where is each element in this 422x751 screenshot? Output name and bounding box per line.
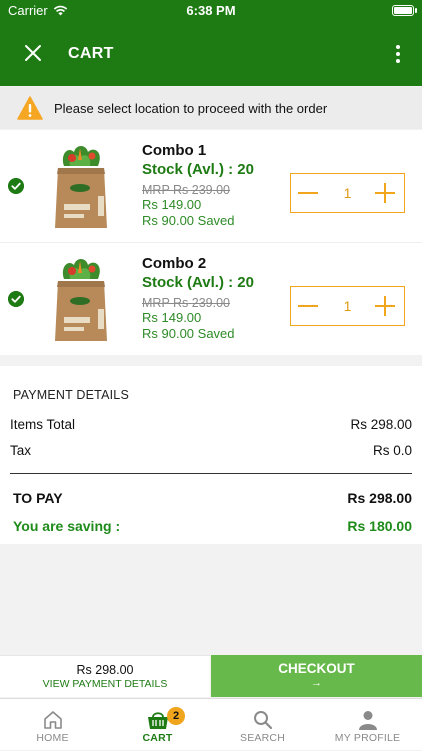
close-icon[interactable] [22, 42, 44, 64]
increase-quantity-button[interactable] [374, 182, 396, 204]
product-name[interactable]: Combo 1 [142, 142, 206, 159]
payment-divider [10, 473, 412, 474]
product-image[interactable] [50, 257, 112, 343]
decrease-quantity-button[interactable] [297, 182, 319, 204]
mrp-price: MRP Rs 239.00 [142, 183, 231, 197]
warning-icon [17, 96, 43, 120]
to-pay-label: TO PAY [13, 490, 63, 506]
status-bar: Carrier 6:38 PM [0, 0, 422, 22]
quantity-value: 1 [343, 185, 352, 201]
tab-home[interactable]: HOME [0, 699, 105, 751]
saved-amount: Rs 90.00 Saved [142, 213, 235, 228]
basket-icon [147, 712, 168, 729]
tab-search[interactable]: SEARCH [210, 699, 315, 751]
tab-search-label: SEARCH [240, 732, 285, 744]
payment-heading: PAYMENT DETAILS [13, 388, 129, 402]
items-total-label: Items Total [10, 417, 76, 432]
battery-icon [392, 5, 414, 16]
app-bar: CART [0, 22, 422, 86]
person-icon [358, 711, 377, 730]
location-alert[interactable]: Please select location to proceed with t… [0, 87, 422, 129]
alert-message: Please select location to proceed with t… [54, 101, 328, 116]
saving-value: Rs 180.00 [347, 518, 412, 534]
search-icon [253, 711, 272, 730]
check-circle-icon[interactable] [8, 178, 24, 194]
view-payment-details-link[interactable]: VIEW PAYMENT DETAILS [0, 678, 210, 690]
payment-summary: Rs 298.00 VIEW PAYMENT DETAILS [0, 655, 210, 697]
product-image[interactable] [50, 144, 112, 230]
selling-price: Rs 149.00 [142, 197, 202, 212]
tab-cart-label: CART [142, 732, 173, 744]
stock-label: Stock (Avl.) : 20 [142, 274, 254, 291]
check-circle-icon[interactable] [8, 291, 24, 307]
items-total-value: Rs 298.00 [350, 417, 412, 432]
tab-cart[interactable]: 2 CART [105, 699, 210, 751]
tab-home-label: HOME [36, 732, 69, 744]
increase-quantity-button[interactable] [374, 295, 396, 317]
mrp-price: MRP Rs 239.00 [142, 296, 231, 310]
cart-item: Combo 2 Stock (Avl.) : 20 MRP Rs 239.00 … [0, 243, 422, 355]
quantity-stepper: 1 [290, 286, 405, 326]
saved-amount: Rs 90.00 Saved [142, 326, 235, 341]
quantity-stepper: 1 [290, 173, 405, 213]
stock-label: Stock (Avl.) : 20 [142, 161, 254, 178]
cart-count-badge: 2 [167, 707, 185, 725]
status-time: 6:38 PM [186, 3, 236, 18]
quantity-value: 1 [343, 298, 352, 314]
payment-details: PAYMENT DETAILS Items Total Rs 298.00 Ta… [0, 366, 422, 544]
tax-label: Tax [10, 443, 32, 458]
home-icon [43, 711, 62, 729]
arrow-right-icon: → [311, 677, 322, 689]
bottom-tab-bar: HOME 2 CART SEARCH MY PROFILE [0, 698, 422, 750]
checkout-button[interactable]: CHECKOUT → [211, 655, 422, 697]
checkout-bar: Rs 298.00 VIEW PAYMENT DETAILS CHECKOUT … [0, 655, 422, 697]
checkout-label: CHECKOUT [278, 661, 355, 676]
to-pay-value: Rs 298.00 [347, 490, 412, 506]
tab-my-profile[interactable]: MY PROFILE [315, 699, 420, 751]
product-name[interactable]: Combo 2 [142, 255, 206, 272]
selling-price: Rs 149.00 [142, 310, 202, 325]
decrease-quantity-button[interactable] [297, 295, 319, 317]
cart-item: Combo 1 Stock (Avl.) : 20 MRP Rs 239.00 … [0, 130, 422, 242]
tab-my-profile-label: MY PROFILE [334, 732, 401, 744]
battery-tip [415, 8, 417, 13]
more-options-icon[interactable] [388, 42, 408, 66]
page-title: CART [68, 45, 114, 62]
tax-value: Rs 0.0 [372, 443, 412, 458]
checkout-total: Rs 298.00 [76, 663, 134, 677]
saving-label: You are saving : [13, 518, 121, 534]
